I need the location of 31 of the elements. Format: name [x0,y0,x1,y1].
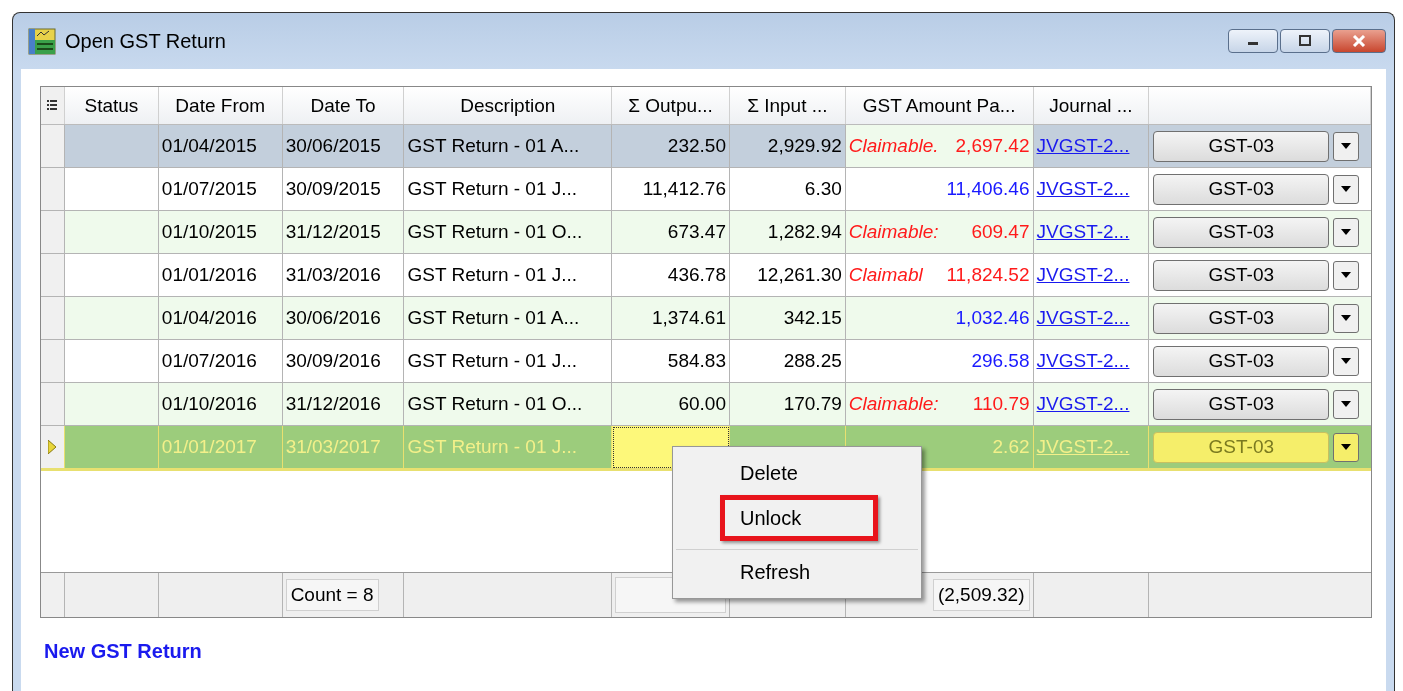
table-cell: 2,929.92 [767,135,842,157]
claimable-label: Claimabl [848,264,923,286]
table-cell: 11,412.76 [642,178,726,200]
gst-amount: 609.47 [971,221,1030,243]
table-cell: 232.50 [667,135,726,157]
gst-amount: 11,824.52 [946,264,1030,286]
table-cell: 584.83 [667,350,726,372]
claimable-label: Claimable: [848,221,939,243]
table-cell: 60.00 [678,393,726,415]
table-cell: 01/01/2017 [158,426,283,469]
claimable-label: Claimable: [848,393,939,415]
table-cell: 342.15 [783,307,842,329]
gst-amount: 2,697.42 [955,135,1030,157]
gst-amount: 1,032.46 [955,307,1030,329]
table-cell: 1,282.94 [767,221,842,243]
table-cell: 6.30 [804,178,842,200]
window-title: Open GST Return [65,29,226,53]
table-cell: 31/03/2017 [282,426,405,469]
table-cell: 673.47 [667,221,726,243]
row-count: Count = 8 [285,579,379,611]
gst-amount: 110.79 [972,393,1030,415]
table-cell: 436.78 [667,264,726,286]
table-cell: 288.25 [783,350,842,372]
gst-total: (2,509.32) [932,579,1030,611]
table-cell: 170.79 [783,393,842,415]
claimable-label: Claimable. [848,135,939,157]
gst-amount: 296.58 [971,350,1030,372]
gst-amount: 2.62 [992,436,1030,458]
table-cell: 12,261.30 [757,264,842,286]
table-cell: 1,374.61 [652,307,726,329]
gst-amount: 11,406.46 [946,178,1030,200]
